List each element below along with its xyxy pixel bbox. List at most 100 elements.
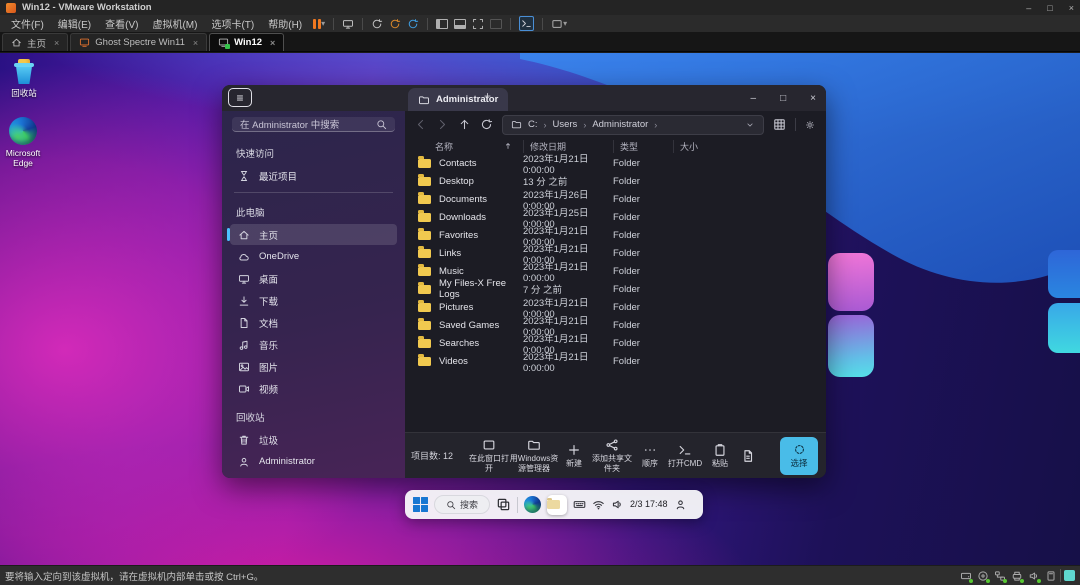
console-view-icon[interactable] bbox=[519, 16, 534, 31]
taskbar-clock[interactable]: 2/3 17:48 bbox=[630, 500, 668, 510]
menu-编辑E[interactable]: 编辑(E) bbox=[51, 16, 98, 31]
sound-status-icon[interactable] bbox=[1028, 570, 1040, 582]
在此窗口打开-button[interactable]: 在此窗口打开 bbox=[469, 438, 509, 472]
sidebar-item-图片[interactable]: 图片 bbox=[230, 356, 397, 377]
column-name[interactable]: 名称 bbox=[435, 140, 523, 153]
forward-icon[interactable] bbox=[436, 118, 449, 131]
hard-disk-status-icon[interactable] bbox=[960, 570, 972, 582]
breadcrumb-segment[interactable]: Users bbox=[553, 119, 578, 130]
vm-tab-home[interactable]: 主页× bbox=[2, 33, 68, 51]
task-view-icon[interactable] bbox=[496, 497, 511, 512]
desktop-icon-edge[interactable]: Microsoft Edge bbox=[0, 117, 46, 168]
up-icon[interactable] bbox=[458, 118, 471, 131]
fit-guest-icon[interactable]: ▾ bbox=[551, 18, 567, 30]
refresh-icon[interactable] bbox=[480, 118, 493, 131]
usb-status-icon[interactable] bbox=[1045, 570, 1057, 582]
file-row-saved-games[interactable]: Saved Games2023年1月21日 0:00:00Folder bbox=[405, 316, 826, 334]
people-icon[interactable] bbox=[674, 498, 687, 511]
new-tab-button[interactable]: + bbox=[484, 89, 491, 103]
file-explorer-taskbar-icon[interactable] bbox=[547, 495, 567, 515]
vm-tab-ghost-spectre-win11[interactable]: Ghost Spectre Win11× bbox=[70, 33, 207, 51]
file-row-favorites[interactable]: Favorites2023年1月21日 0:00:00Folder bbox=[405, 226, 826, 244]
打开CMD-button[interactable]: 打开CMD bbox=[665, 443, 705, 468]
start-button[interactable] bbox=[413, 497, 428, 512]
optical-drive-status-icon[interactable] bbox=[977, 570, 989, 582]
sidebar-item-administrator[interactable]: Administrator bbox=[230, 451, 397, 472]
sidebar-item-垃圾[interactable]: 垃圾 bbox=[230, 429, 397, 450]
sidebar-item-设置[interactable]: 设置 bbox=[230, 473, 397, 478]
file-row-contacts[interactable]: Contacts2023年1月21日 0:00:00Folder bbox=[405, 154, 826, 172]
revert-snapshot-icon[interactable] bbox=[389, 18, 401, 30]
sidebar-item-最近项目[interactable]: 最近项目 bbox=[230, 165, 397, 186]
address-bar[interactable]: C:›Users›Administrator› bbox=[502, 115, 764, 135]
close-tab-icon[interactable]: × bbox=[193, 38, 198, 48]
file-row-pictures[interactable]: Pictures2023年1月21日 0:00:00Folder bbox=[405, 298, 826, 316]
sidebar-item-主页[interactable]: 主页 bbox=[230, 224, 397, 245]
close-tab-icon[interactable]: × bbox=[54, 38, 59, 48]
file-row-desktop[interactable]: Desktop13 分 之前Folder bbox=[405, 172, 826, 190]
file-button[interactable] bbox=[735, 449, 761, 463]
show-thumbnail-bar-icon[interactable] bbox=[454, 19, 466, 29]
pause-icon[interactable]: ▾ bbox=[313, 19, 325, 29]
take-snapshot-icon[interactable] bbox=[371, 18, 383, 30]
printer-status-icon[interactable] bbox=[1011, 570, 1023, 582]
file-row-my-files-x-free-logs[interactable]: My Files-X Free Logs7 分 之前Folder bbox=[405, 280, 826, 298]
sidebar-item-视频[interactable]: 视频 bbox=[230, 378, 397, 399]
新建-button[interactable]: 新建 bbox=[559, 443, 589, 468]
file-row-videos[interactable]: Videos2023年1月21日 0:00:00Folder bbox=[405, 352, 826, 370]
options-gear-icon[interactable] bbox=[805, 120, 815, 130]
file-row-searches[interactable]: Searches2023年1月21日 0:00:00Folder bbox=[405, 334, 826, 352]
keyboard-icon[interactable] bbox=[573, 498, 586, 511]
顺序-button[interactable]: 顺序 bbox=[635, 443, 665, 468]
file-row-documents[interactable]: Documents2023年1月26日 0:00:00Folder bbox=[405, 190, 826, 208]
breadcrumb-segment[interactable]: Administrator bbox=[592, 119, 648, 130]
chevron-down-icon[interactable] bbox=[745, 120, 755, 130]
taskbar-search[interactable]: 搜索 bbox=[434, 495, 490, 514]
select-button[interactable]: 选择 bbox=[780, 437, 818, 475]
menu-虚拟机M[interactable]: 虚拟机(M) bbox=[145, 16, 204, 31]
explorer-close-button[interactable]: × bbox=[810, 93, 816, 104]
menu-帮助H[interactable]: 帮助(H) bbox=[261, 16, 309, 31]
wifi-icon[interactable] bbox=[592, 498, 605, 511]
unity-mode-icon[interactable] bbox=[490, 19, 502, 29]
share-icon bbox=[605, 438, 619, 452]
sidebar-item-下载[interactable]: 下载 bbox=[230, 290, 397, 311]
menu-查看V[interactable]: 查看(V) bbox=[98, 16, 145, 31]
sidebar-item-音乐[interactable]: 音乐 bbox=[230, 334, 397, 355]
用Windows资源管理器-button[interactable]: 用Windows资源管理器 bbox=[509, 438, 559, 472]
menu-选项卡T[interactable]: 选项卡(T) bbox=[204, 16, 261, 31]
hamburger-menu-button[interactable]: ≡ bbox=[228, 88, 252, 107]
explorer-minimize-button[interactable]: – bbox=[751, 93, 757, 104]
menu-文件F[interactable]: 文件(F) bbox=[4, 16, 51, 31]
粘贴-button[interactable]: 粘贴 bbox=[705, 443, 735, 468]
file-row-downloads[interactable]: Downloads2023年1月25日 0:00:00Folder bbox=[405, 208, 826, 226]
view-grid-icon[interactable] bbox=[773, 118, 786, 131]
vmware-maximize-button[interactable]: □ bbox=[1047, 3, 1052, 13]
manage-snapshots-icon[interactable] bbox=[407, 18, 419, 30]
breadcrumb-segment[interactable]: C: bbox=[528, 119, 538, 130]
back-icon[interactable] bbox=[414, 118, 427, 131]
fullscreen-icon[interactable] bbox=[472, 18, 484, 30]
vmware-minimize-button[interactable]: – bbox=[1026, 3, 1031, 13]
file-row-links[interactable]: Links2023年1月21日 0:00:00Folder bbox=[405, 244, 826, 262]
network-adapter-status-icon[interactable] bbox=[994, 570, 1006, 582]
show-library-icon[interactable] bbox=[436, 19, 448, 29]
volume-icon[interactable] bbox=[611, 498, 624, 511]
restore-down-icon[interactable] bbox=[1064, 570, 1075, 581]
edge-taskbar-icon[interactable] bbox=[524, 496, 541, 513]
select-icon bbox=[793, 443, 806, 456]
search-input[interactable]: 在 Administrator 中搜索 bbox=[232, 117, 395, 132]
explorer-tab[interactable]: Administrator bbox=[408, 88, 508, 111]
explorer-maximize-button[interactable]: □ bbox=[780, 93, 786, 104]
close-tab-icon[interactable]: × bbox=[270, 38, 275, 48]
sidebar-item-文档[interactable]: 文档 bbox=[230, 312, 397, 333]
column-type[interactable]: 类型 bbox=[613, 140, 673, 153]
sidebar-item-桌面[interactable]: 桌面 bbox=[230, 268, 397, 289]
column-size[interactable]: 大小 bbox=[673, 140, 826, 153]
send-ctrl-alt-del-icon[interactable] bbox=[342, 18, 354, 30]
添加共享文件夹-button[interactable]: 添加共享文件夹 bbox=[589, 438, 635, 472]
vm-tab-win12[interactable]: Win12× bbox=[209, 33, 284, 51]
desktop-icon-recycle-bin[interactable]: 回收站 bbox=[1, 59, 47, 98]
sidebar-item-onedrive[interactable]: OneDrive bbox=[230, 246, 397, 267]
vmware-close-button[interactable]: × bbox=[1069, 3, 1074, 13]
